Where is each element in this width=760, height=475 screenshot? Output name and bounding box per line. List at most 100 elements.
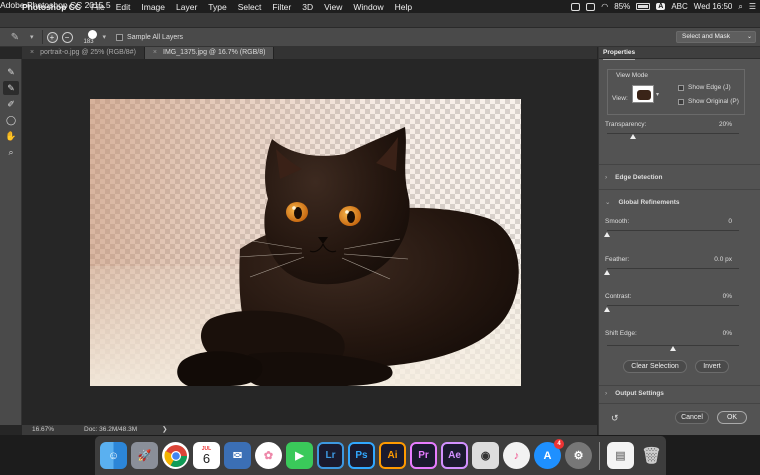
clear-selection-button[interactable]: Clear Selection — [623, 360, 687, 373]
system-preferences-icon[interactable]: ⚙ — [565, 442, 592, 469]
itunes-icon[interactable]: ♪ — [503, 442, 530, 469]
chevron-down-icon: ⌄ — [746, 34, 752, 40]
photos-icon[interactable]: ✿ — [255, 442, 282, 469]
feather-slider-track[interactable] — [607, 268, 739, 269]
feather-slider-thumb[interactable] — [604, 270, 610, 275]
divider — [599, 189, 760, 190]
quick-selection-tool-icon[interactable]: ✎ — [0, 32, 30, 43]
smooth-slider-track[interactable] — [607, 230, 739, 231]
launchpad-icon[interactable]: 🚀 — [131, 442, 158, 469]
document-tabs: × portrait-o.jpg @ 25% (RGB/8#) × IMG_1375… — [22, 47, 597, 59]
add-to-selection-icon[interactable]: + — [46, 31, 58, 43]
refine-edge-brush-icon[interactable]: ✎ — [3, 81, 19, 95]
tool-preset-chevron-icon[interactable]: ▾ — [30, 33, 34, 41]
contrast-slider-thumb[interactable] — [604, 307, 610, 312]
view-mode-picker[interactable]: ▾ — [632, 85, 659, 103]
sample-all-layers-label: Sample All Layers — [127, 33, 184, 41]
invert-button[interactable]: Invert — [695, 360, 729, 373]
shift-edge-slider-thumb[interactable] — [670, 346, 676, 351]
window-title: Adobe Photoshop CC 2015.5 — [0, 0, 111, 10]
output-settings-label: Output Settings — [615, 390, 664, 397]
options-bar: ✎ ▾ + − 183 ▾ Sample All Layers Select a… — [0, 28, 760, 47]
properties-tab[interactable]: Properties — [603, 47, 636, 60]
output-settings-section[interactable]: › Output Settings — [605, 390, 664, 397]
transparency-value[interactable]: 20% — [719, 121, 732, 128]
finder-icon[interactable]: ☺ — [100, 442, 127, 469]
divider — [41, 30, 43, 44]
document-icon[interactable]: ▤ — [607, 442, 634, 469]
properties-header: Properties — [599, 47, 760, 60]
view-label: View: — [612, 95, 628, 102]
select-and-mask-label: Select and Mask — [682, 33, 731, 40]
tab-portrait[interactable]: × portrait-o.jpg @ 25% (RGB/8#) — [22, 47, 145, 59]
show-edge-option[interactable]: Show Edge (J) — [678, 84, 731, 91]
subtract-from-selection-icon[interactable]: − — [61, 31, 73, 43]
select-and-mask-dropdown[interactable]: Select and Mask ⌄ — [676, 31, 756, 43]
disk-utility-icon[interactable]: ◉ — [472, 442, 499, 469]
app-store-icon[interactable]: A4 — [534, 439, 564, 469]
divider — [599, 164, 760, 165]
cancel-button[interactable]: Cancel — [675, 411, 709, 424]
show-edge-label: Show Edge (J) — [688, 84, 731, 91]
transparency-slider-thumb[interactable] — [630, 134, 637, 139]
transparency-label: Transparency: — [605, 121, 647, 128]
close-tab-icon[interactable]: × — [153, 49, 157, 56]
tab-img-1375[interactable]: × IMG_1375.jpg @ 16.7% (RGB/8) — [144, 47, 275, 59]
tab-label: portrait-o.jpg @ 25% (RGB/8#) — [40, 49, 136, 56]
transparency-slider-track[interactable] — [607, 133, 739, 134]
ok-button[interactable]: OK — [717, 411, 747, 424]
lightroom-icon[interactable]: Lr — [317, 442, 344, 469]
illustrator-icon[interactable]: Ai — [379, 442, 406, 469]
show-edge-checkbox[interactable] — [678, 84, 684, 91]
chevron-down-icon: ▾ — [655, 92, 659, 98]
edge-detection-section[interactable]: › Edge Detection — [605, 174, 662, 181]
zoom-level[interactable]: 16.67% — [32, 425, 54, 435]
after-effects-icon[interactable]: Ae — [441, 442, 468, 469]
sample-all-layers-checkbox[interactable] — [116, 33, 124, 41]
premiere-icon[interactable]: Pr — [410, 442, 437, 469]
doc-size: Doc: 36.2M/48.3M — [84, 426, 138, 433]
global-refinements-section[interactable]: ⌄ Global Refinements — [605, 198, 680, 206]
brush-picker-chevron-icon[interactable]: ▾ — [103, 33, 107, 41]
brush-tool-icon[interactable]: ✐ — [3, 97, 19, 111]
calendar-icon[interactable]: JUL 6 — [193, 442, 220, 469]
facetime-icon[interactable]: ▶ — [286, 442, 313, 469]
contrast-value[interactable]: 0% — [723, 293, 732, 300]
show-original-checkbox[interactable] — [678, 98, 684, 105]
dock-separator — [599, 441, 600, 470]
shift-edge-value[interactable]: 0% — [723, 330, 732, 337]
close-tab-icon[interactable]: × — [30, 49, 34, 56]
contrast-label: Contrast: — [605, 293, 632, 300]
shift-edge-label: Shift Edge: — [605, 330, 637, 337]
reset-workspace-icon[interactable]: ↺ — [611, 413, 619, 424]
brush-picker[interactable]: 183 — [83, 28, 103, 47]
divider — [599, 385, 760, 386]
status-menu-arrow[interactable]: ❯ — [162, 425, 167, 435]
preview-icon[interactable]: ✉ — [224, 442, 251, 469]
trash-icon[interactable]: 🗑 — [638, 442, 665, 469]
document-image[interactable] — [90, 99, 521, 386]
canvas-area[interactable] — [22, 59, 597, 425]
view-mode-group: View Mode View: ▾ Show Edge (J) Show Ori… — [607, 69, 745, 115]
contrast-slider-track[interactable] — [607, 305, 739, 306]
calendar-day: 6 — [202, 450, 211, 466]
lasso-tool-icon[interactable]: ◯ — [3, 113, 19, 127]
chrome-icon[interactable] — [162, 442, 189, 469]
view-thumbnail — [637, 90, 651, 100]
smooth-label: Smooth: — [605, 218, 630, 225]
smooth-slider-thumb[interactable] — [604, 232, 610, 237]
show-original-option[interactable]: Show Original (P) — [678, 98, 739, 105]
hand-tool-icon[interactable]: ✋ — [3, 129, 19, 143]
smooth-value[interactable]: 0 — [728, 218, 732, 225]
chevron-down-icon: ⌄ — [605, 199, 611, 206]
photoshop-icon[interactable]: Ps — [348, 442, 375, 469]
quick-selection-tool-icon[interactable]: ✎ — [3, 65, 19, 79]
zoom-tool-icon[interactable]: ⌕ — [3, 145, 19, 159]
show-original-label: Show Original (P) — [688, 98, 739, 105]
feather-value[interactable]: 0.0 px — [714, 256, 732, 263]
brush-dot-icon — [87, 29, 97, 39]
dock: ☺ 🚀 JUL 6 ✉ ✿ ▶ Lr Ps Ai Pr Ae ◉ ♪ A4 ⚙ … — [95, 436, 666, 475]
cat-photo — [177, 127, 519, 386]
chevron-right-icon: › — [605, 174, 608, 181]
window-title-bar — [0, 13, 760, 28]
